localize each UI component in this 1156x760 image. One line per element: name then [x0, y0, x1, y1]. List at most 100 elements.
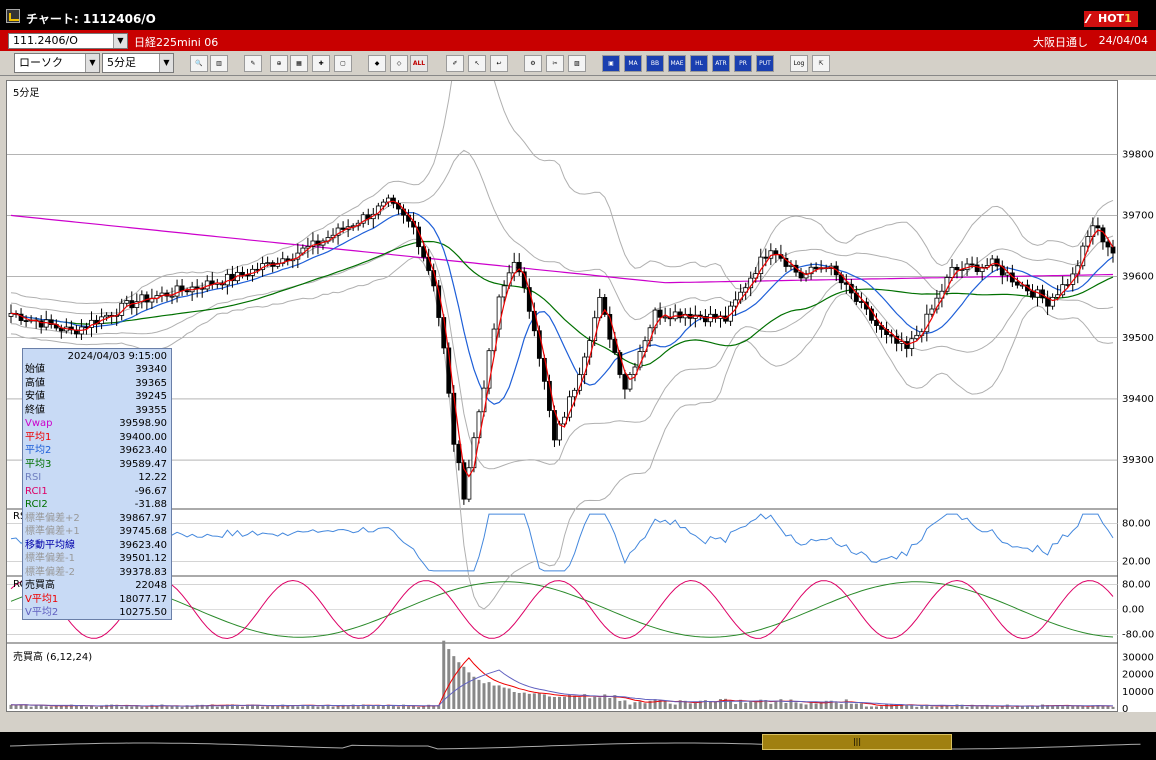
- volume-bar: [1081, 706, 1085, 709]
- volume-bar: [965, 706, 969, 709]
- cursor-button[interactable]: ↖: [468, 55, 486, 72]
- volume-bar: [749, 701, 753, 709]
- ma-button[interactable]: MA: [624, 55, 642, 72]
- info-row: 売買高 22048: [25, 579, 169, 592]
- candle-body: [557, 423, 562, 441]
- candle-body: [969, 263, 975, 266]
- mae-button[interactable]: MAE: [668, 55, 686, 72]
- volume-bar: [598, 697, 602, 709]
- rci-tick-label: 80.00: [1122, 579, 1151, 590]
- volume-bar: [990, 706, 994, 709]
- price-tick-label: 39600: [1122, 272, 1154, 283]
- draw-tool-3-button[interactable]: ▦: [290, 55, 308, 72]
- bollinger-upper2-line: [10, 81, 1114, 305]
- draw-tool-1-button[interactable]: ✎: [244, 55, 262, 72]
- volume-bar: [1071, 706, 1075, 709]
- info-label: 平均1: [25, 431, 52, 443]
- draw-tool-5-button[interactable]: ▢: [334, 55, 352, 72]
- volume-bar: [980, 706, 984, 709]
- draw-tool-4-button[interactable]: ✚: [312, 55, 330, 72]
- period-select[interactable]: 5分足 ▼: [102, 53, 174, 73]
- info-value: 18077.17: [119, 593, 167, 605]
- all-button[interactable]: ALL: [410, 55, 428, 72]
- volume-bar: [995, 706, 999, 709]
- info-row: 終値 39355: [25, 404, 169, 417]
- hl-button[interactable]: HL: [690, 55, 708, 72]
- time-scrollbar[interactable]: |||: [0, 732, 1156, 760]
- price-tick-label: 39400: [1122, 394, 1154, 405]
- volume-tick-label: 20000: [1122, 670, 1154, 681]
- volume-bar: [155, 706, 159, 709]
- volume-bar: [1020, 706, 1024, 709]
- chart-type-select[interactable]: ローソク ▼: [14, 53, 100, 73]
- chevron-down-icon[interactable]: ▼: [159, 54, 173, 72]
- volume-bar: [693, 703, 697, 709]
- info-label: 標準偏差-1: [25, 553, 75, 564]
- hot-button[interactable]: HOT1: [1084, 11, 1138, 27]
- info-row: 平均3 39589.47: [25, 458, 169, 471]
- candle-body: [340, 227, 346, 230]
- volume-bar: [633, 702, 637, 709]
- candle-body: [104, 314, 110, 318]
- volume-bar: [844, 699, 848, 709]
- info-value: 39365: [135, 377, 167, 389]
- volume-bar: [487, 682, 491, 709]
- info-row: RCI1 -96.67: [25, 485, 169, 498]
- volume-bar: [1041, 704, 1045, 709]
- candle-body: [859, 301, 864, 303]
- volume-bar: [271, 705, 275, 709]
- rci-tick-label: -80.00: [1122, 630, 1154, 641]
- info-value: 39245: [135, 391, 167, 402]
- scroll-overview-line: [9, 742, 1141, 750]
- volume-bar: [547, 696, 551, 709]
- marker-2-button[interactable]: ◇: [390, 55, 408, 72]
- info-value: 39589.47: [119, 458, 167, 470]
- volume-bar: [9, 704, 13, 709]
- chevron-down-icon[interactable]: ▼: [85, 54, 99, 72]
- candle-body: [124, 300, 130, 304]
- period-value: 5分足: [107, 56, 136, 69]
- volume-tick-label: 10000: [1122, 687, 1154, 698]
- split-button[interactable]: ▥: [210, 55, 228, 72]
- volume-bar: [713, 701, 717, 709]
- volume-bar: [125, 705, 129, 709]
- volume-bar: [552, 696, 556, 709]
- settings-button[interactable]: ⚙: [524, 55, 542, 72]
- price-tick-label: 39700: [1122, 210, 1154, 221]
- info-timestamp-row: 2024/04/03 9:15:00: [25, 350, 169, 363]
- tool-button[interactable]: ✂: [546, 55, 564, 72]
- info-row: RCI2 -31.88: [25, 498, 169, 511]
- info-value: 39598.90: [119, 418, 167, 429]
- chevron-down-icon[interactable]: ▼: [113, 34, 127, 48]
- color-button[interactable]: ▨: [568, 55, 586, 72]
- volume-bar: [90, 705, 94, 709]
- atr-button[interactable]: ATR: [712, 55, 730, 72]
- instrument-name: 日経225mini 06: [134, 36, 219, 49]
- zoom-button[interactable]: 🔍: [190, 55, 208, 72]
- put-button[interactable]: PUT: [756, 55, 774, 72]
- quote-date: 24/04/04: [1098, 34, 1148, 47]
- log-button[interactable]: Log: [790, 55, 808, 72]
- bb-button[interactable]: BB: [646, 55, 664, 72]
- indicator-1-button[interactable]: ▣: [602, 55, 620, 72]
- draw-tool-2-button[interactable]: ⊕: [270, 55, 288, 72]
- candle-body: [511, 261, 517, 274]
- pen-button[interactable]: ✐: [446, 55, 464, 72]
- volume-bar: [874, 706, 878, 709]
- export-button[interactable]: ⇱: [812, 55, 830, 72]
- symbol-code-input[interactable]: 111.2406/O ▼: [8, 33, 128, 49]
- info-label: 平均3: [25, 458, 52, 470]
- hot-number: 1: [1124, 12, 1132, 25]
- marker-1-button[interactable]: ◆: [368, 55, 386, 72]
- undo-button[interactable]: ↩: [490, 55, 508, 72]
- scroll-thumb[interactable]: |||: [762, 734, 952, 750]
- candle-body: [597, 297, 603, 319]
- axis-svg: 39300 39400 39500 39600 39700 39800 20.00 80.00…: [1122, 149, 1154, 712]
- volume-bar: [814, 703, 818, 709]
- pr-button[interactable]: PR: [734, 55, 752, 72]
- volume-bar: [235, 705, 239, 709]
- volume-bar: [527, 693, 531, 709]
- info-timestamp: 2024/04/03 9:15:00: [67, 351, 167, 362]
- info-row: 標準偏差+2 39867.97: [25, 512, 169, 525]
- chart-area[interactable]: 143/8:45111416:3019 5分足 RS RC 売買高 (6,12,…: [6, 80, 1119, 712]
